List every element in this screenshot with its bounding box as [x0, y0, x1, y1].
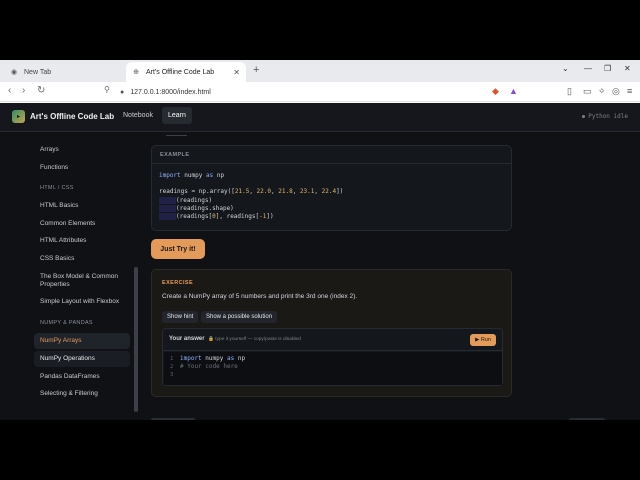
lesson-content: EXAMPLE import numpy as np readings = np…: [151, 132, 605, 420]
site-info-icon[interactable]: ●: [120, 89, 124, 96]
app-header: ▸ Art's Offline Code Lab Notebook Learn …: [0, 103, 640, 132]
line-numbers: 1 2 3: [170, 356, 174, 378]
sidebar-item-numpy-operations[interactable]: NumPy Operations: [34, 351, 130, 367]
tab-title: Art's Offline Code Lab: [146, 68, 215, 76]
tab-list-chevron-icon[interactable]: ⌄: [562, 64, 569, 73]
answer-label: Your answer: [169, 336, 205, 342]
logo-icon: ▸: [12, 110, 25, 123]
wallet-icon[interactable]: ▭: [583, 86, 592, 97]
example-panel: EXAMPLE import numpy as np readings = np…: [151, 145, 512, 231]
tab-title: New Tab: [24, 68, 52, 76]
bookmark-icon[interactable]: ⚲: [104, 85, 110, 94]
app-root: ▸ Art's Offline Code Lab Notebook Learn …: [0, 103, 640, 420]
sidebar-section-html: HTML / CSS: [40, 185, 74, 191]
code-editor[interactable]: 1 2 3 import numpy as np # Your code her…: [164, 352, 502, 385]
section-divider: [166, 132, 187, 136]
status-dot-icon: [582, 115, 586, 118]
tab-strip: ◉ New Tab ⊕ Art's Offline Code Lab ✕ + ⌄…: [0, 60, 640, 82]
globe-icon: ⊕: [133, 69, 139, 76]
sidebar-scrollbar[interactable]: [134, 267, 138, 412]
sidebar-item-functions[interactable]: Functions: [34, 162, 130, 174]
sidebar-item-html-attributes[interactable]: HTML Attributes: [34, 235, 130, 247]
sidebar-item-css-basics[interactable]: CSS Basics: [34, 253, 130, 265]
sidebar-item-pandas-dataframes[interactable]: Pandas DataFrames: [34, 371, 130, 383]
browser-tab-new-tab[interactable]: ◉ New Tab: [4, 62, 122, 82]
exercise-panel: EXERCISE Create a NumPy array of 5 numbe…: [151, 269, 512, 397]
prev-lesson-button[interactable]: [151, 418, 195, 420]
sidebar-item-selecting-filtering[interactable]: Selecting & Filtering: [34, 388, 130, 400]
minimize-icon[interactable]: —: [584, 64, 592, 73]
forward-icon[interactable]: ›: [22, 85, 25, 96]
sidebar-item-html-basics[interactable]: HTML Basics: [34, 200, 130, 212]
vpn-icon[interactable]: ◎: [612, 86, 620, 97]
url-text: 127.0.0.1:8000/index.html: [130, 88, 211, 96]
app-title: Art's Offline Code Lab: [30, 112, 115, 121]
sidebar-item-numpy-arrays[interactable]: NumPy Arrays: [34, 333, 130, 349]
sidebar-item-box-model[interactable]: The Box Model & Common Properties: [34, 271, 130, 291]
sidebar-toggle-icon[interactable]: ▯: [567, 86, 572, 97]
just-try-it-button[interactable]: Just Try it!: [151, 239, 205, 259]
menu-icon[interactable]: ≡: [627, 86, 632, 96]
exercise-label: EXERCISE: [162, 280, 194, 286]
kernel-status: Python idle: [582, 113, 628, 120]
show-solution-button[interactable]: Show a possible solution: [201, 311, 278, 323]
paste-disabled-hint: 🔒 type it yourself — copy/paste is disab…: [208, 337, 301, 342]
sidebar-item-flexbox[interactable]: Simple Layout with Flexbox: [34, 296, 130, 308]
browser-window: ◉ New Tab ⊕ Art's Offline Code Lab ✕ + ⌄…: [0, 60, 640, 420]
reload-icon[interactable]: ↻: [37, 85, 45, 96]
url-field[interactable]: ● 127.0.0.1:8000/index.html: [120, 84, 480, 100]
answer-box: Your answer 🔒 type it yourself — copy/pa…: [162, 328, 503, 386]
lesson-sidebar: Arrays Functions HTML / CSS HTML Basics …: [30, 132, 140, 420]
address-bar: ‹ › ↻ ⚲ ● 127.0.0.1:8000/index.html ◆ ▲ …: [0, 82, 640, 102]
next-lesson-button[interactable]: [569, 418, 605, 420]
leo-icon[interactable]: ✧: [598, 86, 606, 97]
new-tab-icon[interactable]: +: [253, 64, 259, 76]
answer-header: Your answer 🔒 type it yourself — copy/pa…: [163, 329, 502, 351]
run-button[interactable]: ▶ Run: [470, 334, 496, 346]
sidebar-section-numpy: NUMPY & PANDAS: [40, 320, 93, 326]
sidebar-item-arrays[interactable]: Arrays: [34, 144, 130, 156]
browser-globe-icon: ◉: [10, 69, 18, 76]
editor-code[interactable]: import numpy as np # Your code here: [180, 355, 245, 371]
brave-shield-icon[interactable]: ◆: [492, 86, 499, 97]
browser-tab-code-lab[interactable]: ⊕ Art's Offline Code Lab ✕: [126, 62, 246, 82]
close-window-icon[interactable]: ✕: [624, 64, 631, 73]
rewards-icon[interactable]: ▲: [509, 86, 518, 96]
kernel-status-text: Python idle: [588, 113, 628, 120]
tab-close-icon[interactable]: ✕: [233, 68, 240, 77]
example-label: EXAMPLE: [152, 146, 511, 164]
nav-notebook[interactable]: Notebook: [123, 112, 153, 119]
show-hint-button[interactable]: Show hint: [162, 311, 199, 323]
exercise-prompt: Create a NumPy array of 5 numbers and pr…: [162, 293, 358, 300]
sidebar-item-common-elements[interactable]: Common Elements: [34, 218, 130, 230]
back-icon[interactable]: ‹: [8, 85, 11, 96]
example-code: import numpy as np readings = np.array([…: [159, 172, 344, 221]
nav-learn[interactable]: Learn: [162, 107, 192, 124]
restore-icon[interactable]: ❐: [604, 64, 611, 73]
